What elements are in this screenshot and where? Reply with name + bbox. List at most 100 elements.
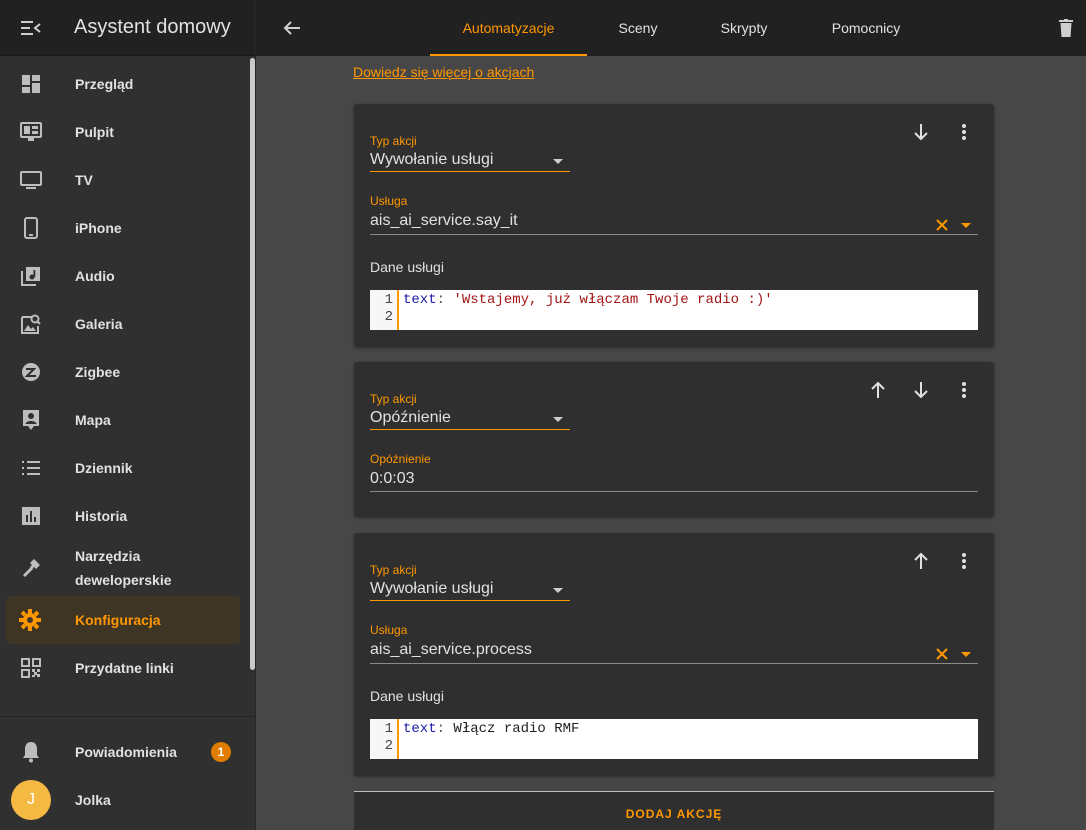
clear-icon[interactable] — [934, 646, 950, 662]
service-input[interactable]: ais_ai_service.process — [370, 641, 532, 659]
format-list-icon — [22, 461, 40, 475]
image-search-icon — [21, 314, 41, 334]
action-type-select[interactable]: Wywołanie usługi — [370, 580, 493, 598]
top-bar: Automatyzacje Sceny Skrypty Pomocnicy — [256, 0, 1086, 56]
tab-pomocnicy[interactable]: Pomocnicy — [799, 0, 933, 56]
sidebar-item-powiadomienia[interactable]: Powiadomienia 1 — [0, 728, 256, 776]
line-gutter: 12 — [370, 719, 399, 759]
sidebar-item-label: Historia — [75, 508, 128, 524]
dots-vertical-icon — [962, 553, 966, 569]
arrow-down-icon — [914, 382, 928, 399]
arrow-left-icon — [283, 21, 300, 35]
app-title: Asystent domowy — [74, 16, 231, 38]
more-options-button[interactable] — [944, 120, 984, 144]
chevron-down-icon[interactable] — [553, 417, 563, 422]
delay-input[interactable]: 0:0:03 — [370, 470, 414, 488]
service-data-label: Dane usługi — [370, 259, 444, 275]
gear-icon — [19, 609, 41, 631]
trash-icon — [1059, 19, 1073, 37]
card-actions — [898, 549, 984, 573]
monitor-dashboard-icon — [20, 122, 42, 141]
chevron-down-icon[interactable] — [553, 588, 563, 593]
action-type-label: Typ akcji — [370, 134, 417, 148]
map-account-icon — [23, 410, 39, 430]
field-underline — [370, 663, 978, 664]
action-type-select[interactable]: Wywołanie usługi — [370, 151, 493, 169]
chevron-down-icon[interactable] — [961, 223, 971, 228]
sidebar-item-pulpit[interactable]: Pulpit — [0, 108, 248, 156]
menu-toggle-button[interactable] — [0, 0, 62, 56]
more-options-button[interactable] — [944, 378, 984, 402]
sidebar-nav: Przegląd Pulpit TV iPhone Audio Galeria … — [0, 60, 248, 692]
chevron-down-icon[interactable] — [553, 159, 563, 164]
music-library-icon — [21, 267, 40, 286]
sidebar-item-label: Narzędzia deweloperskie — [75, 548, 172, 588]
sidebar-item-label: Dziennik — [75, 460, 133, 476]
field-underline — [370, 491, 978, 492]
sidebar-item-audio[interactable]: Audio — [0, 252, 248, 300]
sidebar-item-label: Zigbee — [75, 364, 121, 380]
code-editor[interactable]: 12 text: Włącz radio RMF — [370, 719, 978, 759]
sidebar-scrollbar[interactable] — [250, 58, 255, 670]
action-type-select[interactable]: Opóźnienie — [370, 409, 451, 427]
sidebar-item-label: Powiadomienia — [75, 744, 177, 760]
sidebar-item-przydatne-linki[interactable]: Przydatne linki — [0, 644, 248, 692]
avatar: J — [11, 780, 51, 820]
add-action-button[interactable]: DODAJ AKCJĘ — [626, 807, 723, 821]
more-options-button[interactable] — [944, 549, 984, 573]
learn-more-link[interactable]: Dowiedz się więcej o akcjach — [353, 64, 534, 80]
sidebar-item-mapa[interactable]: Mapa — [0, 396, 248, 444]
arrow-up-icon — [914, 552, 928, 569]
service-label: Usługa — [370, 194, 408, 208]
sidebar-item-iphone[interactable]: iPhone — [0, 204, 248, 252]
sidebar-item-label: Galeria — [75, 316, 123, 332]
sidebar-divider — [0, 716, 256, 717]
sidebar-item-historia[interactable]: Historia — [0, 492, 248, 540]
delete-button[interactable] — [1050, 12, 1082, 44]
sidebar-header: Asystent domowy — [0, 0, 255, 56]
move-down-button[interactable] — [901, 120, 941, 144]
move-up-button[interactable] — [858, 378, 898, 402]
clear-icon[interactable] — [934, 217, 950, 233]
tab-sceny[interactable]: Sceny — [587, 0, 689, 56]
action-type-label: Typ akcji — [370, 392, 417, 406]
user-name: Jolka — [75, 792, 111, 808]
arrow-down-icon — [914, 124, 928, 141]
add-action-card: DODAJ AKCJĘ — [354, 791, 994, 830]
field-underline — [370, 171, 570, 172]
sidebar-item-dziennik[interactable]: Dziennik — [0, 444, 248, 492]
menu-collapse-icon — [21, 20, 41, 35]
sidebar-item-galeria[interactable]: Galeria — [0, 300, 248, 348]
sidebar-item-tv[interactable]: TV — [0, 156, 248, 204]
move-up-button[interactable] — [901, 549, 941, 573]
field-underline — [370, 429, 570, 430]
cellphone-icon — [24, 217, 38, 239]
code-content: text: 'Wstajemy, już włączam Twoje radio… — [403, 292, 773, 308]
sidebar-item-label: Przegląd — [75, 76, 134, 92]
dashboard-icon — [22, 75, 40, 93]
sidebar-item-user[interactable]: J Jolka — [0, 776, 256, 824]
sidebar-item-label: iPhone — [75, 220, 122, 236]
arrow-up-icon — [871, 381, 885, 398]
line-gutter: 12 — [370, 290, 399, 330]
tab-skrypty[interactable]: Skrypty — [689, 0, 799, 56]
service-input[interactable]: ais_ai_service.say_it — [370, 212, 518, 230]
code-content: text: Włącz radio RMF — [403, 721, 580, 737]
zigbee-icon — [22, 363, 40, 381]
tab-automatyzacje[interactable]: Automatyzacje — [430, 0, 587, 56]
sidebar-item-zigbee[interactable]: Zigbee — [0, 348, 248, 396]
notification-badge: 1 — [211, 742, 231, 762]
qrcode-icon — [21, 658, 41, 678]
back-button[interactable] — [276, 12, 308, 44]
sidebar-item-przeglad[interactable]: Przegląd — [0, 60, 248, 108]
sidebar-item-narzedzia[interactable]: Narzędzia deweloperskie — [0, 540, 248, 596]
action-type-label: Typ akcji — [370, 563, 417, 577]
action-card: Typ akcji Wywołanie usługi Usługa ais_ai… — [354, 104, 994, 347]
chevron-down-icon[interactable] — [961, 652, 971, 657]
code-editor[interactable]: 12 text: 'Wstajemy, już włączam Twoje ra… — [370, 290, 978, 330]
move-down-button[interactable] — [901, 378, 941, 402]
sidebar-item-konfiguracja[interactable]: Konfiguracja — [6, 596, 240, 644]
delay-label: Opóźnienie — [370, 452, 431, 466]
sidebar-item-label: Audio — [75, 268, 115, 284]
service-label: Usługa — [370, 623, 408, 637]
